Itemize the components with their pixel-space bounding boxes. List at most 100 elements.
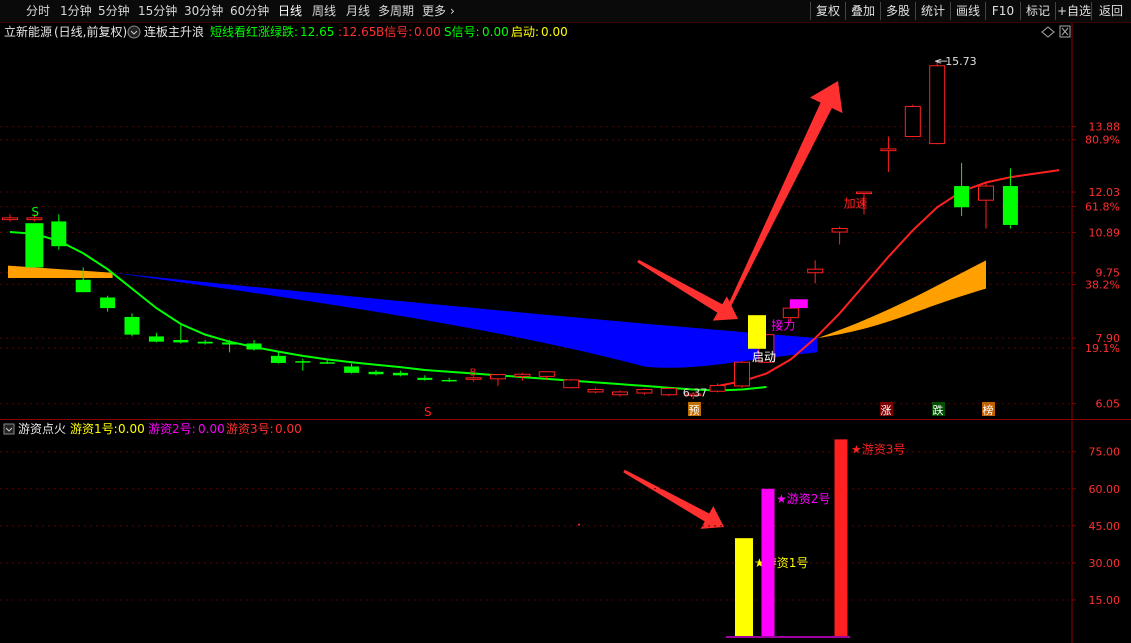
chart-mode: (日线,前复权) <box>54 24 127 39</box>
price-tick-label: 61.8% <box>1085 201 1120 214</box>
candle-body <box>978 185 994 201</box>
sub-dot <box>578 523 580 526</box>
candle-body <box>587 388 604 393</box>
s-signal-marker: S <box>31 205 39 219</box>
sub-indicator-name[interactable]: 游资点火 <box>18 422 66 436</box>
line-value-2: 12.65 <box>342 25 376 39</box>
yu-tag: 预 <box>689 404 700 417</box>
price-tick-label: 12.03 <box>1089 186 1121 199</box>
zhang-tag: 涨 <box>881 404 892 417</box>
chevron-right-icon[interactable]: › <box>450 3 455 19</box>
high-price-label: 15.73 <box>945 55 977 68</box>
candle-body <box>344 366 360 373</box>
candle-body <box>880 148 897 152</box>
candle-body <box>538 371 555 377</box>
sub-bar-y2 <box>761 488 775 637</box>
candle-body <box>660 387 677 396</box>
candle-body <box>563 379 580 389</box>
tab-period-2[interactable]: 5分钟 <box>98 3 130 19</box>
candle-body <box>270 355 286 363</box>
tool-button-7[interactable]: +自选 <box>1055 2 1092 20</box>
sub-bar-y3 <box>834 439 848 637</box>
candle-body <box>319 362 335 364</box>
candle-body <box>831 228 848 233</box>
first-green-candle <box>25 223 44 268</box>
tab-period-9[interactable]: 多周期 <box>378 3 414 19</box>
y3-label: 游资3号: <box>226 422 274 436</box>
candle-body <box>75 279 91 293</box>
sub-tick-label: 75.00 <box>1089 446 1121 459</box>
tab-period-8[interactable]: 月线 <box>346 3 370 19</box>
candle-body <box>636 388 653 394</box>
tool-button-6[interactable]: 标记 <box>1020 2 1055 20</box>
signal-pointer-arrow <box>637 259 738 321</box>
tab-period-10[interactable]: 更多 <box>422 3 446 19</box>
accel-label: 加速 <box>844 196 868 210</box>
tab-period-4[interactable]: 30分钟 <box>184 3 223 19</box>
sub-bar-label-y2: ★游资2号 <box>776 492 830 506</box>
tool-button-4[interactable]: 画线 <box>950 2 985 20</box>
kline-chart[interactable]: SSB15.736.37加速接力启动预涨跌榜★游资1号★游资2号★游资3号 13… <box>0 23 1131 643</box>
sub-bar-label-y3: ★游资3号 <box>851 442 905 456</box>
tab-period-6[interactable]: 日线 <box>278 3 302 19</box>
candle-body <box>807 268 824 274</box>
tool-button-8[interactable]: 返回 <box>1091 2 1130 20</box>
candle-body <box>709 385 726 392</box>
tab-period-7[interactable]: 周线 <box>312 3 336 19</box>
sub-dropdown-icon[interactable] <box>3 423 15 435</box>
candle-body <box>929 65 946 145</box>
sub-tick-label: 60.00 <box>1089 483 1121 496</box>
y3-value: 0.00 <box>275 422 302 436</box>
stock-name[interactable]: 立新能源 <box>4 24 52 39</box>
candle-body <box>392 372 408 376</box>
low-price-label: 6.37 <box>683 386 708 399</box>
tool-button-2[interactable]: 多股 <box>880 2 915 20</box>
y2-value: 0.00 <box>198 422 225 436</box>
period-toolbar: 分时 1分钟 5分钟 15分钟 30分钟 60分钟 日线 周线 月线 多周期 更多 › 复权 叠加 多股统… <box>0 0 1131 23</box>
b-signal-value: 0.00 <box>414 25 441 39</box>
s-signal-value: 0.00 <box>482 25 509 39</box>
die-tag: 跌 <box>933 403 944 417</box>
sub-bar-y1 <box>735 538 753 637</box>
tool-button-3[interactable]: 统计 <box>915 2 950 20</box>
candle-body <box>295 361 311 363</box>
y2-label: 游资2号: <box>148 422 196 436</box>
s-signal-marker-red: S <box>424 405 432 419</box>
relay-signal-bar <box>789 299 808 309</box>
candle-body <box>856 191 872 195</box>
tab-period-5[interactable]: 60分钟 <box>230 3 269 19</box>
candle-body <box>782 307 799 319</box>
tab-period-1[interactable]: 1分钟 <box>60 3 92 19</box>
candle-body <box>51 221 67 247</box>
tool-button-1[interactable]: 叠加 <box>845 2 880 20</box>
start-label: 启动: <box>511 25 539 39</box>
start-label: 启动 <box>752 350 776 364</box>
tab-period-0[interactable]: 分时 <box>26 3 50 19</box>
price-tick-label: 6.05 <box>1096 398 1121 411</box>
relay-label: 接力 <box>771 317 795 332</box>
tool-button-0[interactable]: 复权 <box>810 2 845 20</box>
start-value: 0.00 <box>541 25 568 39</box>
candle-body <box>954 186 970 208</box>
candle-body <box>246 343 262 350</box>
bang-tag: 榜 <box>983 403 994 417</box>
candle-body <box>368 371 384 375</box>
tab-period-3[interactable]: 15分钟 <box>138 3 177 19</box>
big-up-arrow <box>724 81 843 314</box>
indicator-name[interactable]: 连板主升浪 <box>144 24 204 39</box>
start-signal-bar <box>748 315 766 349</box>
candle-body <box>124 316 140 335</box>
sub-tick-label: 45.00 <box>1089 520 1121 533</box>
indicator-dropdown-icon[interactable] <box>127 25 141 39</box>
sub-pointer-arrow <box>623 469 724 529</box>
tool-button-5[interactable]: F10 <box>985 2 1020 20</box>
line-value-1: 12.65 <box>300 25 334 39</box>
price-tick-label: 19.1% <box>1085 342 1120 355</box>
candle-body <box>734 361 750 387</box>
orange-band-left <box>8 265 113 279</box>
candle-body <box>222 342 238 345</box>
candle-body <box>490 374 506 380</box>
diamond-icon[interactable] <box>1041 26 1055 38</box>
candle-body <box>1002 186 1018 225</box>
close-x-icon <box>1061 27 1069 36</box>
